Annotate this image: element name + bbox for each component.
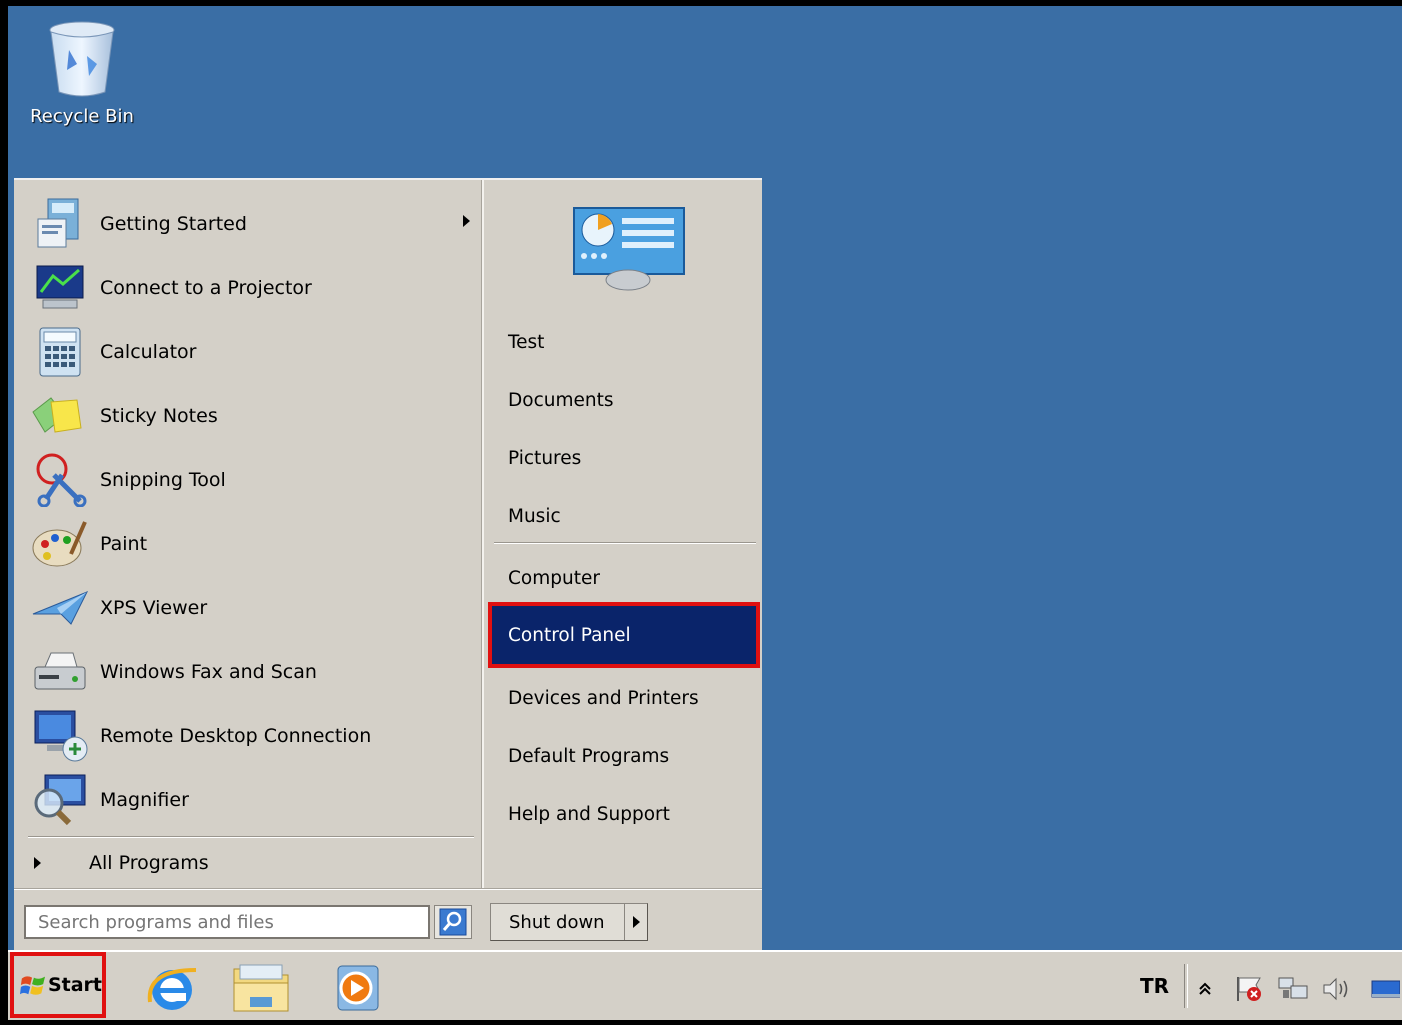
network-icon	[1278, 977, 1308, 999]
program-item-label: Magnifier	[100, 789, 189, 811]
media-player-icon	[337, 965, 379, 1011]
shut-down-options-button[interactable]	[624, 904, 647, 940]
link-control-panel[interactable]: Control Panel	[488, 602, 760, 668]
show-hidden-icons-button[interactable]	[1188, 974, 1222, 1004]
chevron-right-icon	[632, 916, 640, 928]
link-label: Music	[508, 505, 561, 527]
show-hidden-icons-chevron-icon	[1199, 982, 1211, 995]
tray-action-center[interactable]	[1232, 974, 1266, 1004]
magnifier-icon	[30, 772, 90, 828]
link-label: Control Panel	[508, 624, 631, 646]
program-item-label: Snipping Tool	[100, 469, 226, 491]
program-item-label: Remote Desktop Connection	[100, 725, 372, 747]
program-item-xps-viewer[interactable]: XPS Viewer	[30, 578, 470, 638]
show-desktop-icon	[1371, 980, 1400, 998]
control-panel-user-tile-icon	[573, 207, 685, 291]
program-item-connect-to-a-projector[interactable]: Connect to a Projector	[30, 258, 470, 318]
tray-network[interactable]	[1276, 974, 1310, 1004]
all-programs-label: All Programs	[89, 852, 209, 874]
taskbar-internet-explorer[interactable]	[142, 960, 204, 1016]
start-label: Start	[47, 974, 102, 996]
paint-palette-icon	[30, 516, 90, 572]
recycle-bin-label: Recycle Bin	[30, 106, 134, 127]
link-label: Default Programs	[508, 745, 670, 767]
projector-icon	[30, 260, 90, 316]
program-item-paint[interactable]: Paint	[30, 514, 470, 574]
program-list-divider	[28, 836, 474, 838]
search-button[interactable]	[434, 905, 472, 939]
shut-down-label: Shut down	[509, 911, 605, 933]
link-help-and-support[interactable]: Help and Support	[508, 794, 748, 834]
start-menu-links-pane: Test Documents Pictures Music Computer C…	[482, 180, 764, 888]
internet-explorer-icon	[147, 968, 197, 1010]
link-label: Pictures	[508, 447, 582, 469]
search-icon	[439, 908, 467, 936]
link-label: Computer	[508, 567, 600, 589]
start-button[interactable]: Start	[10, 952, 106, 1018]
link-label: Help and Support	[508, 803, 670, 825]
all-programs-button[interactable]: All Programs	[34, 848, 209, 878]
show-desktop-button[interactable]	[1368, 974, 1402, 1004]
getting-started-icon	[30, 196, 90, 252]
link-devices-and-printers[interactable]: Devices and Printers	[508, 678, 748, 718]
windows-logo-icon	[20, 976, 46, 995]
program-item-label: Getting Started	[100, 213, 247, 235]
expand-arrow-icon	[34, 857, 41, 869]
link-default-programs[interactable]: Default Programs	[508, 736, 748, 776]
calculator-icon	[30, 324, 90, 380]
user-picture[interactable]	[568, 204, 688, 294]
start-menu-program-list: Getting Started Connect to a Projector C…	[14, 180, 482, 888]
search-input[interactable]	[24, 905, 430, 939]
program-item-label: Paint	[100, 533, 148, 555]
program-item-snipping-tool[interactable]: Snipping Tool	[30, 450, 470, 510]
start-menu: Getting Started Connect to a Projector C…	[14, 178, 762, 952]
program-item-calculator[interactable]: Calculator	[30, 322, 470, 382]
recycle-bin-icon	[49, 21, 115, 97]
link-music[interactable]: Music	[508, 496, 748, 536]
language-indicator[interactable]: TR	[1140, 974, 1169, 998]
link-documents[interactable]: Documents	[508, 380, 748, 420]
start-menu-bottom-bar: Shut down	[14, 888, 762, 953]
program-item-windows-fax-and-scan[interactable]: Windows Fax and Scan	[30, 642, 470, 702]
link-computer[interactable]: Computer	[508, 558, 748, 598]
file-explorer-icon	[233, 964, 289, 1012]
links-divider	[494, 542, 756, 544]
program-item-sticky-notes[interactable]: Sticky Notes	[30, 386, 470, 446]
volume-icon	[1323, 977, 1348, 1001]
program-item-label: Connect to a Projector	[100, 277, 312, 299]
program-item-label: Windows Fax and Scan	[100, 661, 317, 683]
link-user-folder[interactable]: Test	[508, 322, 748, 362]
link-label: Devices and Printers	[508, 687, 699, 709]
program-item-label: Sticky Notes	[100, 405, 218, 427]
program-item-getting-started[interactable]: Getting Started	[30, 194, 470, 254]
xps-viewer-icon	[30, 580, 90, 636]
shut-down-button[interactable]: Shut down	[490, 903, 648, 941]
submenu-arrow-icon[interactable]	[463, 215, 470, 227]
taskbar: Start TR	[8, 950, 1402, 1020]
program-item-magnifier[interactable]: Magnifier	[30, 770, 470, 830]
fax-scanner-icon	[30, 644, 90, 700]
sticky-notes-icon	[30, 388, 90, 444]
program-item-label: Calculator	[100, 341, 197, 363]
recycle-bin[interactable]: Recycle Bin	[22, 20, 142, 127]
desktop: Recycle Bin Getting Started Connect to a…	[8, 6, 1402, 1020]
link-label: Test	[508, 331, 545, 353]
taskbar-file-explorer[interactable]	[230, 960, 292, 1016]
link-pictures[interactable]: Pictures	[508, 438, 748, 478]
link-label: Documents	[508, 389, 614, 411]
tray-volume[interactable]	[1320, 974, 1354, 1004]
remote-desktop-icon	[30, 708, 90, 764]
action-center-flag-icon	[1237, 977, 1261, 1001]
program-item-label: XPS Viewer	[100, 597, 208, 619]
snipping-tool-icon	[30, 452, 90, 508]
program-item-remote-desktop-connection[interactable]: Remote Desktop Connection	[30, 706, 470, 766]
taskbar-media-player[interactable]	[326, 960, 388, 1016]
